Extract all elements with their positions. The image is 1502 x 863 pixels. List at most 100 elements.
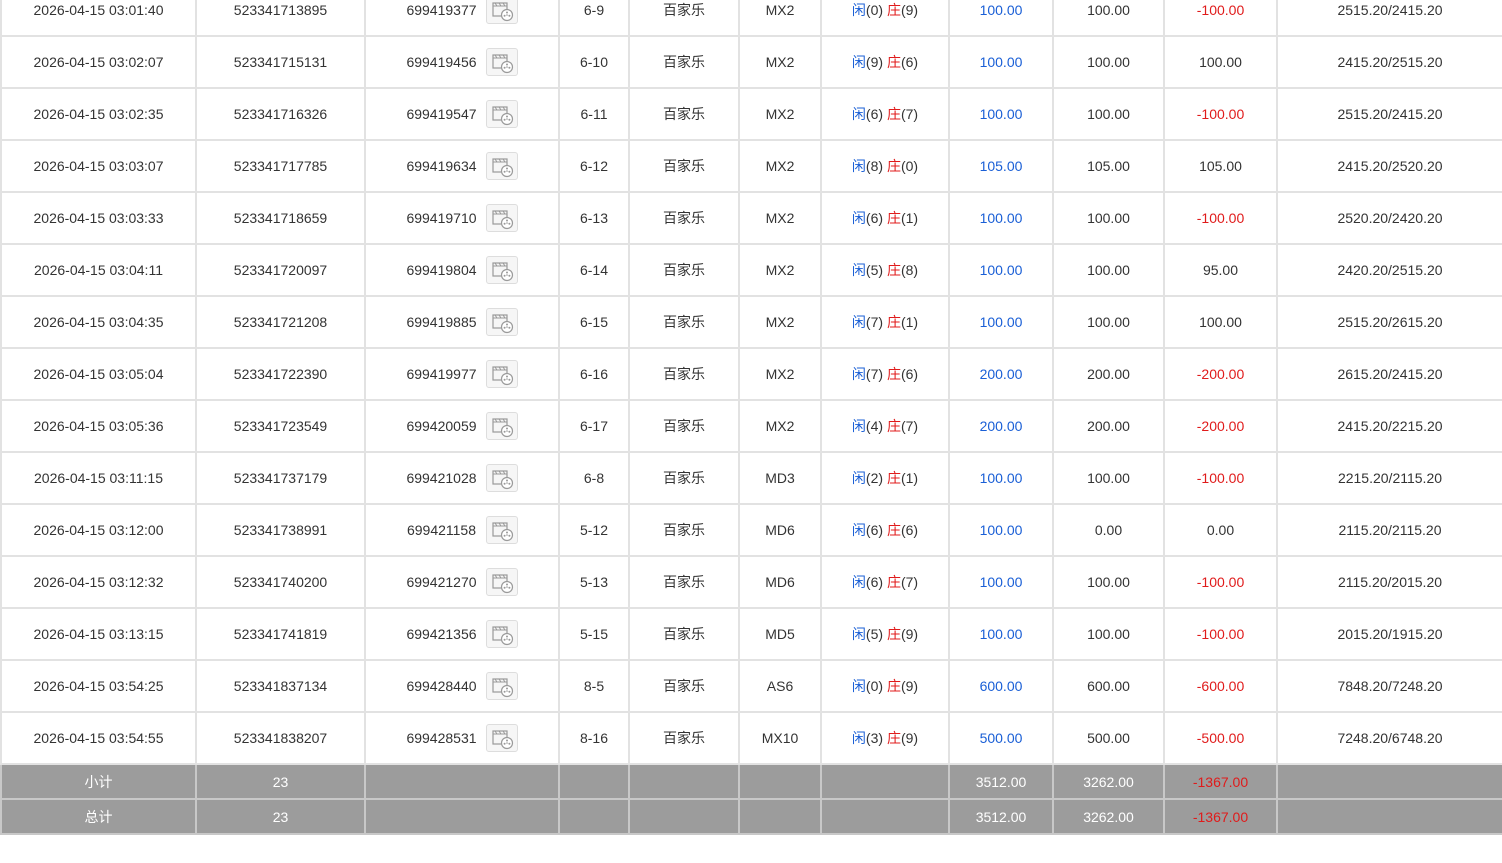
- game-number: 699421356: [406, 626, 477, 642]
- bet-time: 2026-04-15 03:13:15: [0, 607, 197, 661]
- total-label: 总计: [0, 798, 197, 835]
- table-row: 2026-04-15 03:12:00 523341738991 6994211…: [0, 503, 1502, 557]
- game-result: 闲(2) 庄(1): [820, 451, 950, 505]
- player-label: 闲: [851, 418, 866, 434]
- video-replay-icon[interactable]: [486, 48, 518, 76]
- table-number: 6-14: [558, 243, 630, 297]
- banker-score: (9): [900, 730, 919, 746]
- banker-score: (9): [900, 626, 919, 642]
- valid-amount: 100.00: [1052, 607, 1165, 661]
- player-score: (7): [865, 366, 884, 382]
- game-number: 699419710: [406, 210, 477, 226]
- game-result: 闲(6) 庄(6): [820, 503, 950, 557]
- video-replay-icon[interactable]: [486, 152, 518, 180]
- table-row: 2026-04-15 03:03:33 523341718659 6994197…: [0, 191, 1502, 245]
- game-number-cell: 699421028: [364, 451, 560, 505]
- balance-change: 2415.20/2515.20: [1276, 35, 1502, 89]
- bet-number: 523341720097: [195, 243, 366, 297]
- game-number: 699421270: [406, 574, 477, 590]
- video-replay-icon[interactable]: [486, 620, 518, 648]
- balance-change: 7848.20/7248.20: [1276, 659, 1502, 713]
- game-type: 百家乐: [628, 399, 740, 453]
- balance-change: 2515.20/2415.20: [1276, 87, 1502, 141]
- valid-amount: 100.00: [1052, 555, 1165, 609]
- bet-time: 2026-04-15 03:12:00: [0, 503, 197, 557]
- game-result: 闲(0) 庄(9): [820, 0, 950, 37]
- video-replay-icon[interactable]: [486, 360, 518, 388]
- valid-amount: 100.00: [1052, 0, 1165, 37]
- bet-time: 2026-04-15 03:05:04: [0, 347, 197, 401]
- banker-score: (6): [900, 366, 919, 382]
- video-replay-icon[interactable]: [486, 308, 518, 336]
- bet-time: 2026-04-15 03:03:33: [0, 191, 197, 245]
- table-row: 2026-04-15 03:54:25 523341837134 6994284…: [0, 659, 1502, 713]
- banker-score: (0): [900, 158, 919, 174]
- video-replay-icon[interactable]: [486, 568, 518, 596]
- video-replay-icon[interactable]: [486, 464, 518, 492]
- player-label: 闲: [851, 366, 866, 382]
- table-number: 6-15: [558, 295, 630, 349]
- video-replay-icon[interactable]: [486, 256, 518, 284]
- room-code: MD6: [738, 555, 822, 609]
- banker-label: 庄: [886, 2, 901, 18]
- room-code: MX2: [738, 139, 822, 193]
- subtotal-count: 23: [195, 763, 366, 800]
- game-type: 百家乐: [628, 191, 740, 245]
- game-number-cell: 699419456: [364, 35, 560, 89]
- player-score: (2): [865, 470, 884, 486]
- player-score: (8): [865, 158, 884, 174]
- game-result: 闲(3) 庄(9): [820, 711, 950, 765]
- room-code: MD3: [738, 451, 822, 505]
- player-label: 闲: [851, 574, 866, 590]
- table-number: 6-10: [558, 35, 630, 89]
- bet-time: 2026-04-15 03:02:35: [0, 87, 197, 141]
- game-type: 百家乐: [628, 347, 740, 401]
- bet-amount: 200.00: [948, 399, 1054, 453]
- win-amount: -100.00: [1163, 555, 1278, 609]
- video-replay-icon[interactable]: [486, 0, 518, 24]
- game-type: 百家乐: [628, 503, 740, 557]
- banker-label: 庄: [886, 626, 901, 642]
- table-row: 2026-04-15 03:12:32 523341740200 6994212…: [0, 555, 1502, 609]
- bet-amount: 100.00: [948, 87, 1054, 141]
- video-replay-icon[interactable]: [486, 724, 518, 752]
- game-number: 699419885: [406, 314, 477, 330]
- game-number: 699428440: [406, 678, 477, 694]
- player-score: (0): [865, 2, 884, 18]
- video-replay-icon[interactable]: [486, 204, 518, 232]
- banker-label: 庄: [886, 314, 901, 330]
- total-bet: 3512.00: [948, 798, 1054, 835]
- game-number: 699421158: [406, 522, 477, 538]
- table-row: 2026-04-15 03:04:35 523341721208 6994198…: [0, 295, 1502, 349]
- player-score: (9): [865, 54, 884, 70]
- table-number: 6-17: [558, 399, 630, 453]
- game-type: 百家乐: [628, 555, 740, 609]
- video-replay-icon[interactable]: [486, 412, 518, 440]
- banker-score: (6): [900, 54, 919, 70]
- video-replay-icon[interactable]: [486, 672, 518, 700]
- valid-amount: 200.00: [1052, 347, 1165, 401]
- video-replay-icon[interactable]: [486, 516, 518, 544]
- game-number-cell: 699419710: [364, 191, 560, 245]
- game-number-cell: 699428440: [364, 659, 560, 713]
- player-score: (3): [865, 730, 884, 746]
- game-number: 699419977: [406, 366, 477, 382]
- video-replay-icon[interactable]: [486, 100, 518, 128]
- game-type: 百家乐: [628, 711, 740, 765]
- valid-amount: 0.00: [1052, 503, 1165, 557]
- game-result: 闲(6) 庄(7): [820, 555, 950, 609]
- banker-label: 庄: [886, 210, 901, 226]
- player-score: (6): [865, 210, 884, 226]
- bet-amount: 600.00: [948, 659, 1054, 713]
- player-label: 闲: [851, 158, 866, 174]
- bet-number: 523341713895: [195, 0, 366, 37]
- bet-number: 523341837134: [195, 659, 366, 713]
- banker-score: (1): [900, 314, 919, 330]
- player-score: (4): [865, 418, 884, 434]
- game-type: 百家乐: [628, 451, 740, 505]
- room-code: MX2: [738, 347, 822, 401]
- bet-time: 2026-04-15 03:01:40: [0, 0, 197, 37]
- bet-number: 523341722390: [195, 347, 366, 401]
- win-amount: 100.00: [1163, 295, 1278, 349]
- bet-amount: 100.00: [948, 295, 1054, 349]
